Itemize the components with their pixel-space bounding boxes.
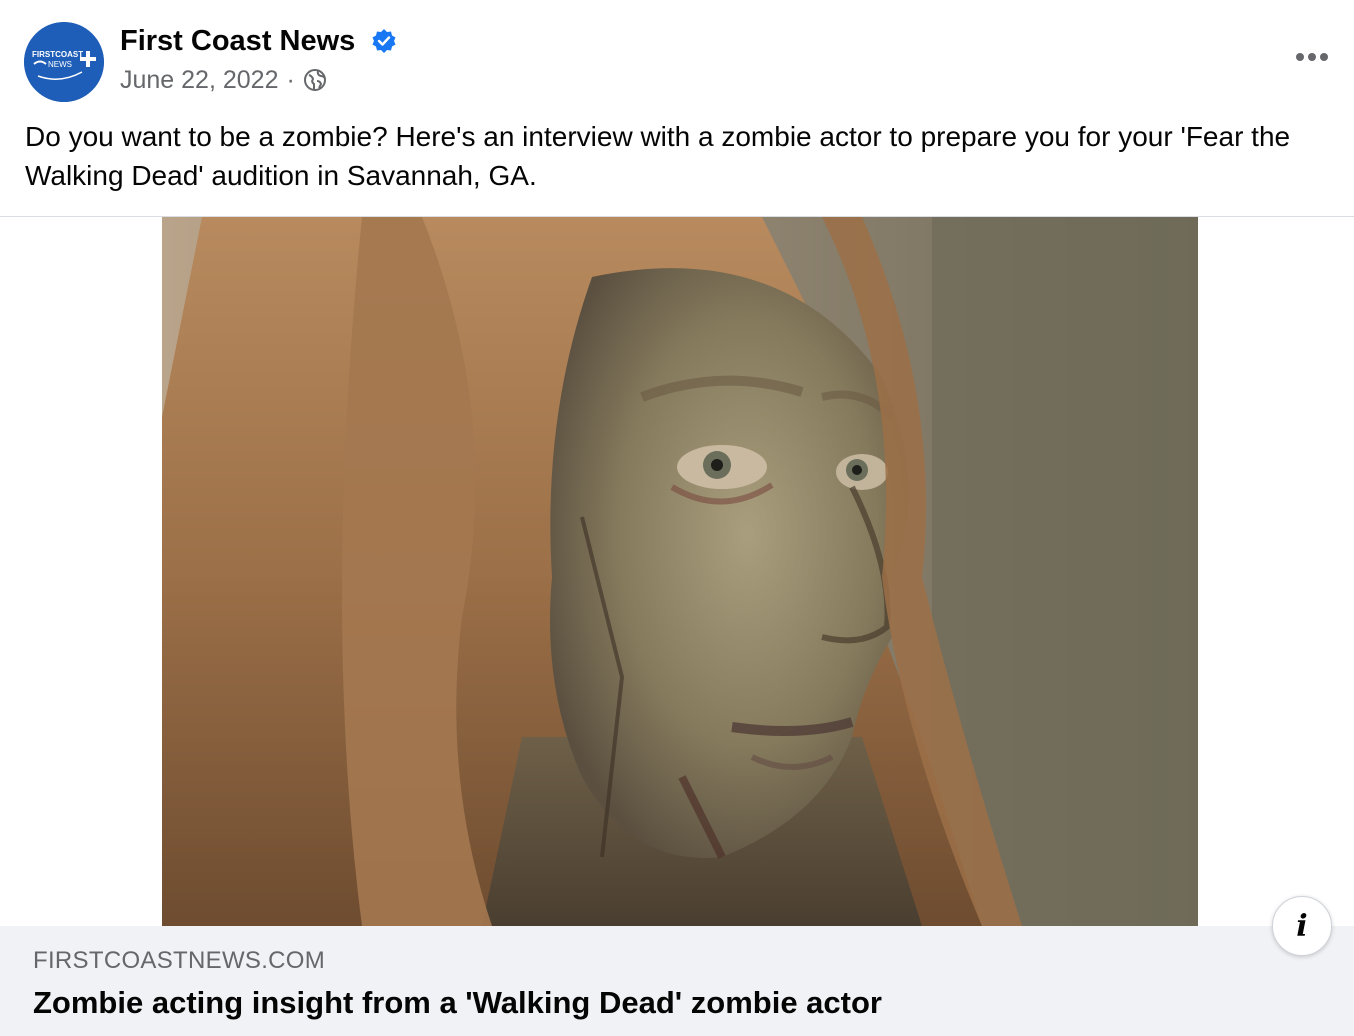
post-meta: June 22, 2022 ·: [120, 64, 327, 96]
link-preview-media[interactable]: [0, 217, 1354, 926]
post-date[interactable]: June 22, 2022: [120, 64, 278, 96]
facebook-post: FIRSTCOAST NEWS First Coast News June 22…: [0, 0, 1354, 1036]
info-icon: i: [1296, 908, 1308, 944]
page-name[interactable]: First Coast News: [120, 24, 355, 58]
info-button[interactable]: i: [1272, 896, 1332, 956]
link-domain: FIRSTCOASTNEWS.COM: [33, 947, 326, 974]
meta-separator: ·: [286, 66, 295, 94]
zombie-actor-photo[interactable]: [162, 217, 1198, 926]
zombie-photo-illustration: [162, 217, 1198, 926]
link-preview-footer[interactable]: FIRSTCOASTNEWS.COM Zombie acting insight…: [0, 926, 1354, 1036]
verified-badge-icon: [372, 29, 396, 53]
post-caption: Do you want to be a zombie? Here's an in…: [25, 121, 1291, 191]
logo-line-1: FIRSTCOAST: [32, 50, 83, 59]
page-avatar[interactable]: FIRSTCOAST NEWS: [24, 22, 104, 102]
post-header: FIRSTCOAST NEWS First Coast News June 22…: [0, 0, 1354, 110]
more-options-icon: [1296, 53, 1328, 61]
first-coast-news-logo: FIRSTCOAST NEWS: [24, 22, 104, 102]
logo-line-2: NEWS: [48, 60, 72, 69]
globe-icon[interactable]: [303, 68, 327, 92]
more-options-button[interactable]: [1292, 40, 1332, 74]
link-title[interactable]: Zombie acting insight from a 'Walking De…: [33, 984, 882, 1022]
